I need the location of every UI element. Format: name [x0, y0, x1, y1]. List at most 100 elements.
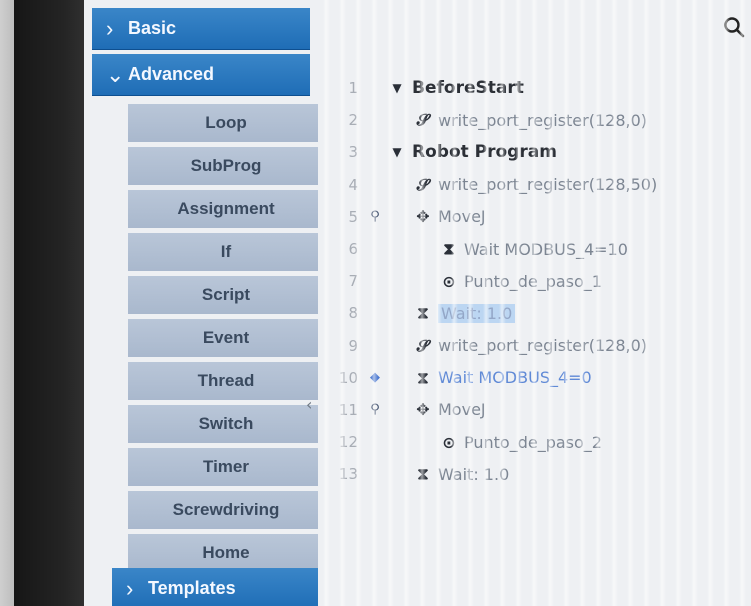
- line-number: 2: [348, 111, 358, 130]
- line-content: ⧗ Wait MODBUS_4=0: [412, 367, 592, 388]
- sidebar-item-label: Screwdriving: [172, 500, 280, 519]
- line-text: Wait: 1.0: [438, 464, 510, 484]
- program-line[interactable]: 1 ▼ BeforeStart: [324, 72, 744, 104]
- sidebar-item-label: Assignment: [177, 199, 275, 218]
- line-content: ▼ BeforeStart: [386, 78, 524, 99]
- program-line[interactable]: 6 ⧗ Wait MODBUS_4=10: [324, 233, 744, 265]
- script-icon: 𝓢: [416, 174, 430, 194]
- program-line[interactable]: 13 ⧗ Wait: 1.0: [324, 458, 744, 490]
- program-line[interactable]: 10 ◆ ⧗ Wait MODBUS_4=0: [324, 362, 744, 394]
- program-line[interactable]: 7 ⊙ Punto_de_paso_1: [324, 265, 744, 297]
- hourglass-icon: ⧗: [417, 303, 429, 323]
- script-icon: 𝓢: [416, 335, 430, 355]
- line-text: Punto_de_paso_2: [464, 432, 602, 452]
- sidebar-item-loop[interactable]: Loop: [128, 104, 318, 142]
- category-advanced-label: Advanced: [128, 64, 215, 84]
- line-number: 4: [348, 175, 358, 194]
- category-basic[interactable]: › Basic: [92, 8, 310, 50]
- sidebar-item-thread[interactable]: Thread: [128, 362, 318, 400]
- line-content: ✥ MoveJ: [412, 207, 485, 227]
- chevron-right-icon: ›: [126, 575, 134, 601]
- line-text: BeforeStart: [412, 78, 524, 99]
- program-line[interactable]: 4 𝓢write_port_register(128,50): [324, 169, 744, 201]
- sidebar-item-subprog[interactable]: SubProg: [128, 147, 318, 185]
- pin-marker-icon: ⚲: [370, 209, 380, 225]
- sidebar-item-assignment[interactable]: Assignment: [128, 190, 318, 228]
- sidebar-item-label: If: [220, 242, 232, 261]
- line-text: write_port_register(128,0): [438, 110, 648, 130]
- sidebar-item-script[interactable]: Script: [128, 276, 318, 314]
- program-line[interactable]: 3 ▼ Robot Program: [324, 136, 744, 168]
- program-line[interactable]: 2 𝓢write_port_register(128,0): [324, 104, 744, 136]
- line-content: ✥ MoveJ: [412, 400, 486, 420]
- line-content: ⧗ Wait: 1.0: [412, 303, 516, 323]
- chevron-right-icon: ›: [106, 15, 114, 41]
- script-icon: 𝓢: [416, 110, 430, 130]
- line-text: Punto_de_paso_1: [464, 271, 602, 291]
- search-icon[interactable]: [723, 16, 745, 38]
- program-line[interactable]: 11 ⚲ ✥ MoveJ: [324, 394, 744, 426]
- move-icon: ✥: [416, 400, 430, 420]
- line-number: 6: [348, 240, 358, 259]
- hourglass-icon: ⧗: [417, 367, 429, 387]
- waypoint-icon: ⊙: [442, 271, 456, 291]
- line-text: write_port_register(128,0): [438, 336, 648, 356]
- line-text: Wait MODBUS_4=0: [438, 368, 592, 388]
- sidebar-item-switch[interactable]: Switch: [128, 405, 318, 443]
- program-line[interactable]: 9 𝓢write_port_register(128,0): [324, 330, 744, 362]
- waypoint-icon: ⊙: [442, 432, 456, 452]
- line-text: Wait MODBUS_4=10: [464, 239, 628, 259]
- line-number: 11: [338, 400, 358, 419]
- sidebar-item-label: Script: [201, 285, 251, 304]
- line-content: 𝓢write_port_register(128,50): [412, 175, 657, 195]
- line-text: Wait: 1.0: [438, 303, 516, 323]
- sidebar-item-screwdriving[interactable]: Screwdriving: [128, 491, 318, 529]
- line-number: 1: [348, 79, 358, 98]
- sidebar-item-label: Event: [202, 328, 250, 347]
- program-node-sidebar: › Basic ⌄ Advanced Loop SubProg Assignment…: [92, 8, 318, 606]
- program-tree: 1 ▼ BeforeStart 2 𝓢write_port_register(128,0…: [324, 72, 744, 490]
- advanced-items-list: Loop SubProg Assignment If Script Event Thread…: [128, 104, 318, 577]
- program-line[interactable]: 8 ⧗ Wait: 1.0: [324, 297, 744, 329]
- line-number: 9: [348, 336, 358, 355]
- sidebar-item-label: SubProg: [190, 156, 262, 175]
- line-content: ⧗ Wait MODBUS_4=10: [438, 239, 628, 259]
- line-content: ⧗ Wait: 1.0: [412, 464, 509, 484]
- sidebar-item-if[interactable]: If: [128, 233, 318, 271]
- line-content: 𝓢write_port_register(128,0): [412, 336, 647, 356]
- triangle-down-icon: ▼: [392, 81, 402, 96]
- device-bezel-left: [0, 0, 14, 606]
- program-line[interactable]: 12 ⊙ Punto_de_paso_2: [324, 426, 744, 458]
- sidebar-item-label: Timer: [203, 457, 249, 476]
- chevron-down-icon: ⌄: [106, 61, 125, 87]
- sidebar-item-event[interactable]: Event: [128, 319, 318, 357]
- line-number: 13: [338, 465, 358, 484]
- line-text: write_port_register(128,50): [438, 175, 658, 195]
- line-text: MoveJ: [438, 400, 486, 420]
- category-advanced[interactable]: ⌄ Advanced: [92, 54, 310, 96]
- line-content: ⊙ Punto_de_paso_1: [438, 272, 602, 291]
- sidebar-item-home[interactable]: Home: [128, 534, 318, 572]
- hourglass-icon: ⧗: [443, 239, 455, 259]
- category-templates-label: Templates: [148, 578, 236, 598]
- sidebar-item-label: Thread: [197, 371, 255, 390]
- line-text: Robot Program: [412, 142, 557, 163]
- category-basic-label: Basic: [128, 18, 177, 38]
- line-number: 7: [348, 272, 358, 291]
- line-number: 3: [348, 143, 358, 162]
- line-number: 8: [348, 304, 358, 323]
- pin-marker-icon: ⚲: [370, 402, 380, 418]
- line-number: 12: [338, 433, 358, 452]
- current-line-marker-icon: ◆: [370, 370, 380, 386]
- line-content: ⊙ Punto_de_paso_2: [438, 433, 602, 452]
- collapse-arrow-icon[interactable]: ‹: [306, 395, 312, 414]
- sidebar-item-timer[interactable]: Timer: [128, 448, 318, 486]
- move-icon: ✥: [416, 207, 430, 227]
- device-bezel-dark: [14, 0, 84, 606]
- program-line[interactable]: 5 ⚲ ✥ MoveJ: [324, 201, 744, 233]
- triangle-down-icon: ▼: [392, 145, 402, 160]
- line-content: ▼ Robot Program: [386, 142, 557, 162]
- sidebar-item-label: Switch: [198, 414, 254, 433]
- robot-program-screen: › Basic ⌄ Advanced Loop SubProg Assignment…: [84, 0, 751, 606]
- category-templates[interactable]: › Templates: [112, 568, 318, 606]
